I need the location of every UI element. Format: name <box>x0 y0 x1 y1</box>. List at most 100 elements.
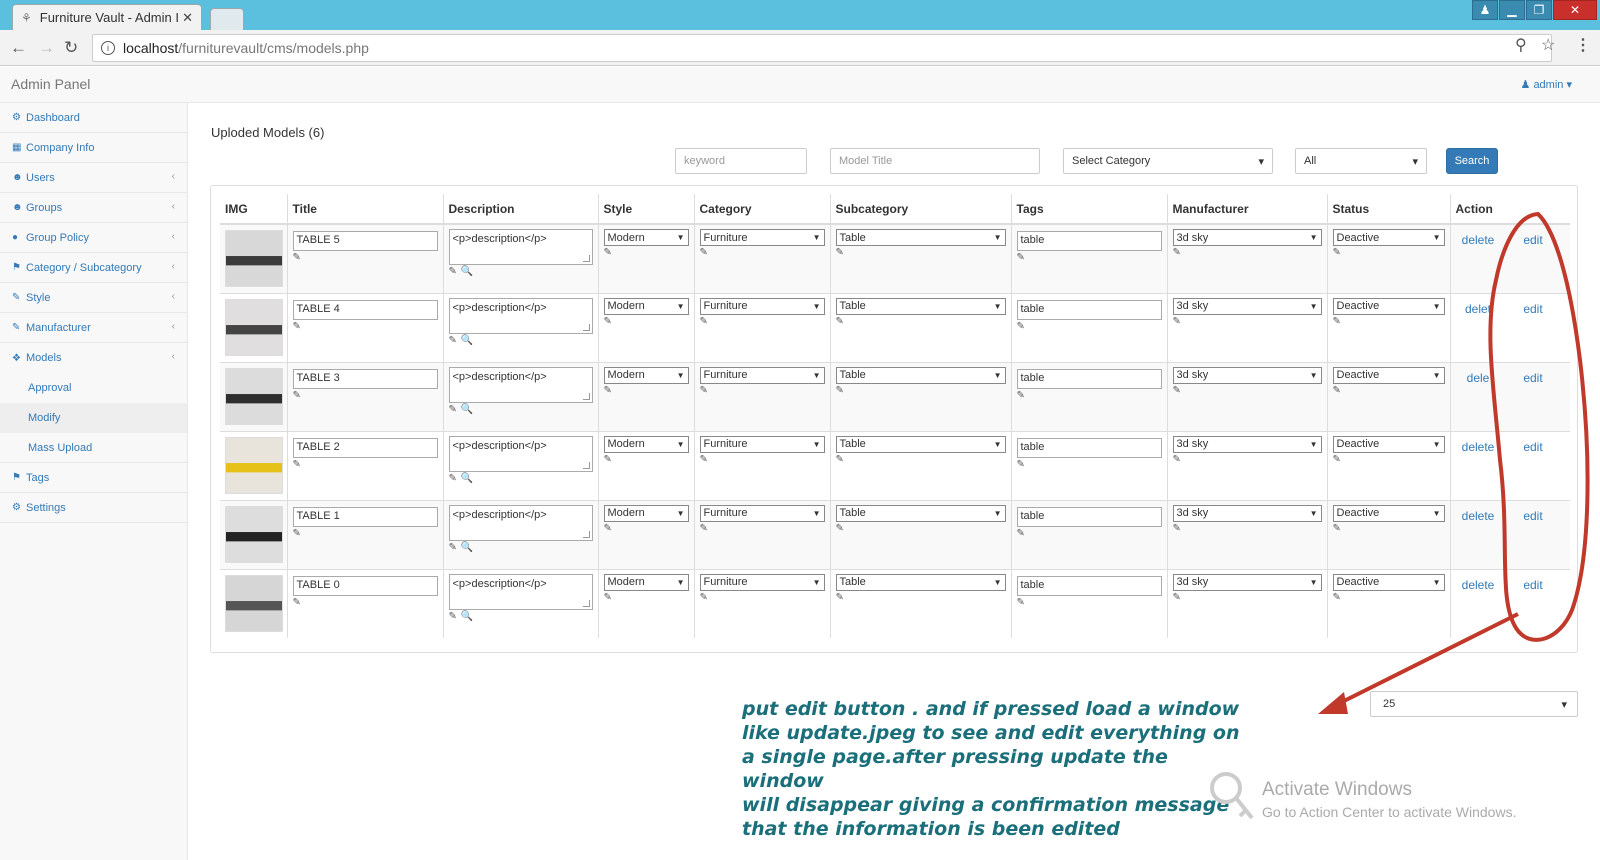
subcategory-select[interactable]: Table ▼ <box>835 435 1006 453</box>
close-tab-icon[interactable]: ✕ <box>182 10 193 26</box>
edit-pencil-icon[interactable]: ✎ <box>1333 384 1341 397</box>
style-select[interactable]: Modern ▼ <box>603 366 689 384</box>
sidebar-item-style[interactable]: ✎ Style ‹ <box>0 283 187 313</box>
edit-pencil-icon[interactable]: ✎ <box>1173 315 1181 328</box>
title-input[interactable]: TABLE 0 <box>292 575 438 596</box>
per-page-select[interactable]: 25 ▾ <box>1370 691 1578 717</box>
reload-icon[interactable]: ↻ <box>64 38 78 58</box>
manufacturer-select[interactable]: 3d sky ▼ <box>1172 229 1322 246</box>
category-row-select[interactable]: Furniture ▼ <box>699 573 825 591</box>
edit-link[interactable]: edit <box>1506 440 1561 454</box>
edit-pencil-icon[interactable]: ✎ <box>293 251 301 264</box>
sidebar-item-manufacturer[interactable]: ✎ Manufacturer ‹ <box>0 313 187 343</box>
title-input[interactable]: TABLE 3 <box>292 368 438 389</box>
edit-pencil-icon[interactable]: ✎ <box>836 384 844 397</box>
magnify-icon[interactable]: 🔍 <box>461 611 473 622</box>
edit-pencil-icon[interactable]: ✎ <box>293 596 301 609</box>
model-thumbnail[interactable] <box>225 298 283 356</box>
bookmark-star-icon[interactable]: ☆ <box>1541 35 1555 55</box>
edit-pencil-icon[interactable]: ✎ <box>449 472 457 485</box>
sidebar-item-users[interactable]: ☻ Users ‹ <box>0 163 187 193</box>
delete-link[interactable]: dele <box>1451 371 1506 385</box>
edit-link[interactable]: edit <box>1506 509 1561 523</box>
category-row-select[interactable]: Furniture ▼ <box>699 504 825 522</box>
search-button[interactable]: Search <box>1446 148 1498 174</box>
brand-title[interactable]: Admin Panel <box>11 76 90 92</box>
status-filter-select[interactable]: All ▾ <box>1295 148 1427 174</box>
edit-pencil-icon[interactable]: ✎ <box>449 610 457 623</box>
description-textarea[interactable]: <p>description</p> <box>448 504 593 541</box>
category-select[interactable]: Select Category ▾ <box>1063 148 1273 174</box>
edit-pencil-icon[interactable]: ✎ <box>700 246 708 259</box>
edit-pencil-icon[interactable]: ✎ <box>836 315 844 328</box>
style-select[interactable]: Modern ▼ <box>603 504 689 522</box>
category-row-select[interactable]: Furniture ▼ <box>699 435 825 453</box>
tags-input[interactable]: table <box>1016 575 1162 596</box>
restore-button[interactable]: ❐ <box>1526 0 1552 20</box>
delete-link[interactable]: delete <box>1451 440 1506 454</box>
title-input[interactable]: TABLE 1 <box>292 506 438 527</box>
tags-input[interactable]: table <box>1016 299 1162 320</box>
site-info-icon[interactable]: i <box>101 41 115 55</box>
manufacturer-select[interactable]: 3d sky ▼ <box>1172 435 1322 453</box>
sidebar-item-dashboard[interactable]: ⚙ Dashboard <box>0 103 187 133</box>
status-select[interactable]: Deactive ▼ <box>1332 229 1445 246</box>
style-select[interactable]: Modern ▼ <box>603 573 689 591</box>
description-textarea[interactable]: <p>description</p> <box>448 366 593 403</box>
title-input[interactable]: TABLE 4 <box>292 299 438 320</box>
edit-link[interactable]: edit <box>1506 578 1561 592</box>
description-textarea[interactable]: <p>description</p> <box>448 435 593 472</box>
model-thumbnail[interactable] <box>225 436 283 494</box>
description-textarea[interactable]: <p>description</p> <box>448 229 593 265</box>
edit-pencil-icon[interactable]: ✎ <box>1017 458 1025 471</box>
magnify-icon[interactable]: 🔍 <box>461 473 473 484</box>
status-select[interactable]: Deactive ▼ <box>1332 435 1445 453</box>
delete-link[interactable]: delet <box>1451 302 1506 316</box>
edit-link[interactable]: edit <box>1506 302 1561 316</box>
edit-pencil-icon[interactable]: ✎ <box>1173 384 1181 397</box>
edit-pencil-icon[interactable]: ✎ <box>1173 522 1181 535</box>
tags-input[interactable]: table <box>1016 368 1162 389</box>
sidebar-item-tags[interactable]: ⚑ Tags <box>0 463 187 493</box>
user-menu[interactable]: ♟ admin ▾ <box>1521 78 1573 91</box>
profile-icon[interactable]: ♟ <box>1472 0 1498 20</box>
magnify-icon[interactable]: 🔍 <box>461 542 473 553</box>
model-thumbnail[interactable] <box>225 574 283 632</box>
edit-pencil-icon[interactable]: ✎ <box>1173 591 1181 604</box>
magnify-icon[interactable]: 🔍 <box>461 404 473 415</box>
new-tab-button[interactable] <box>210 8 244 30</box>
style-select[interactable]: Modern ▼ <box>603 229 689 246</box>
sidebar-item-company-info[interactable]: ▦ Company Info <box>0 133 187 163</box>
subcategory-select[interactable]: Table ▼ <box>835 297 1006 315</box>
back-arrow-icon[interactable]: ← <box>10 38 27 58</box>
keyword-input[interactable]: keyword <box>675 148 807 174</box>
magnify-icon[interactable]: 🔍 <box>461 335 473 346</box>
edit-pencil-icon[interactable]: ✎ <box>604 315 612 328</box>
edit-link[interactable]: edit <box>1506 233 1561 247</box>
sidebar-item-group-policy[interactable]: ● Group Policy ‹ <box>0 223 187 253</box>
edit-pencil-icon[interactable]: ✎ <box>700 522 708 535</box>
edit-pencil-icon[interactable]: ✎ <box>1017 389 1025 402</box>
category-row-select[interactable]: Furniture ▼ <box>699 297 825 315</box>
edit-pencil-icon[interactable]: ✎ <box>293 527 301 540</box>
forward-arrow-icon[interactable]: → <box>38 38 55 58</box>
manufacturer-select[interactable]: 3d sky ▼ <box>1172 573 1322 591</box>
style-select[interactable]: Modern ▼ <box>603 435 689 453</box>
manufacturer-select[interactable]: 3d sky ▼ <box>1172 297 1322 315</box>
edit-pencil-icon[interactable]: ✎ <box>604 246 612 259</box>
edit-pencil-icon[interactable]: ✎ <box>293 320 301 333</box>
edit-pencil-icon[interactable]: ✎ <box>1333 591 1341 604</box>
sidebar-item-models[interactable]: ❖ Models ‹ <box>0 343 187 373</box>
browser-tab-active[interactable]: ⚘ Furniture Vault - Admin I ✕ <box>12 4 202 30</box>
edit-link[interactable]: edit <box>1506 371 1561 385</box>
category-row-select[interactable]: Furniture ▼ <box>699 366 825 384</box>
edit-pencil-icon[interactable]: ✎ <box>1173 246 1181 259</box>
manufacturer-select[interactable]: 3d sky ▼ <box>1172 366 1322 384</box>
edit-pencil-icon[interactable]: ✎ <box>836 246 844 259</box>
sidebar-subitem-modify[interactable]: Modify <box>0 403 187 433</box>
edit-pencil-icon[interactable]: ✎ <box>604 591 612 604</box>
model-thumbnail[interactable] <box>225 230 283 287</box>
status-select[interactable]: Deactive ▼ <box>1332 297 1445 315</box>
edit-pencil-icon[interactable]: ✎ <box>836 591 844 604</box>
edit-pencil-icon[interactable]: ✎ <box>1333 453 1341 466</box>
